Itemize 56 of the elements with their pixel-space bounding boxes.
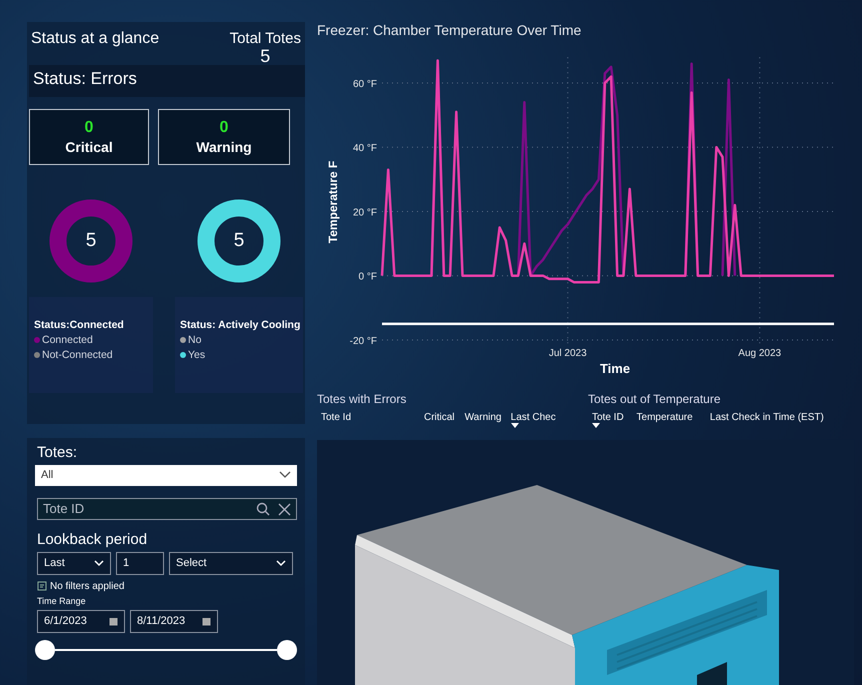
kpi-value: 0	[220, 119, 228, 137]
end-date-field[interactable]: 8/11/2023	[130, 610, 218, 632]
filter-note: No filters applied	[50, 580, 124, 592]
column-header[interactable]: Critical	[424, 412, 455, 423]
search-icon[interactable]	[256, 502, 270, 516]
y-tick-label: 20 °F	[352, 207, 377, 218]
chevron-icon	[279, 471, 291, 479]
legend-label: Not-Connected	[42, 349, 113, 361]
donut-value: 5	[232, 229, 246, 253]
x-tick-label: Aug 2023	[738, 348, 782, 359]
lookback-title: Lookback period	[37, 530, 148, 548]
chart-title: Freezer: Chamber Temperature Over Time	[317, 22, 582, 40]
legend-label: Connected	[42, 334, 93, 346]
y-tick-label: -20 °F	[350, 336, 377, 347]
unit-dropdown[interactable]: Select	[169, 552, 293, 574]
x-tick-label: Jul 2023	[548, 348, 587, 359]
errors-header: Status: Errors	[29, 65, 305, 97]
kpi-value: 0	[84, 119, 94, 137]
count-field[interactable]: 1	[116, 552, 164, 574]
y-axis-title: Temperature F	[326, 160, 340, 244]
y-tick-label: 40 °F	[352, 143, 377, 154]
total-value: 5	[260, 47, 270, 65]
time-range-label: Time Range	[37, 596, 87, 606]
chevron-icon	[94, 560, 104, 566]
close-icon[interactable]	[278, 502, 291, 516]
column-header[interactable]: Tote Id	[321, 412, 352, 423]
table-title: Totes with Errors	[317, 392, 408, 406]
filter-label: Totes:	[37, 444, 78, 460]
legend-title: Status: Actively Cooling	[180, 319, 298, 331]
filter-icon	[37, 581, 47, 591]
column-header[interactable]: Temperature	[636, 412, 693, 423]
slider-handle[interactable]	[277, 640, 297, 660]
legend-title: Status:Connected	[34, 319, 125, 331]
column-header[interactable]: Last Check in Time (EST)	[710, 412, 824, 423]
slider-handle[interactable]	[35, 640, 55, 660]
column-header[interactable]: Tote ID	[592, 412, 624, 423]
donut-value: 5	[84, 229, 98, 253]
calendar-icon	[109, 616, 118, 626]
legend-label: No	[188, 334, 202, 346]
calendar-icon	[202, 616, 211, 626]
totes-dropdown[interactable]: All	[35, 464, 297, 486]
table-title: Totes out of Temperature	[588, 392, 722, 406]
start-date-field[interactable]: 6/1/2023	[37, 610, 125, 632]
kpi-label: Warning	[196, 139, 252, 155]
x-axis-title: Time	[600, 361, 630, 376]
chevron-icon	[276, 560, 286, 566]
panel-title: Status at a glance	[31, 30, 160, 49]
total-label: Total Totes	[230, 30, 301, 47]
kpi-label: Critical	[65, 139, 113, 155]
search-field[interactable]: Tote ID	[37, 498, 297, 520]
mode-dropdown[interactable]: Last	[37, 552, 111, 574]
legend-label: Yes	[188, 349, 206, 361]
y-tick-label: 0 °F	[358, 272, 377, 283]
y-tick-label: 60 °F	[352, 79, 377, 90]
column-header[interactable]: Warning	[464, 412, 502, 423]
column-header[interactable]: Last Chec	[510, 412, 556, 423]
